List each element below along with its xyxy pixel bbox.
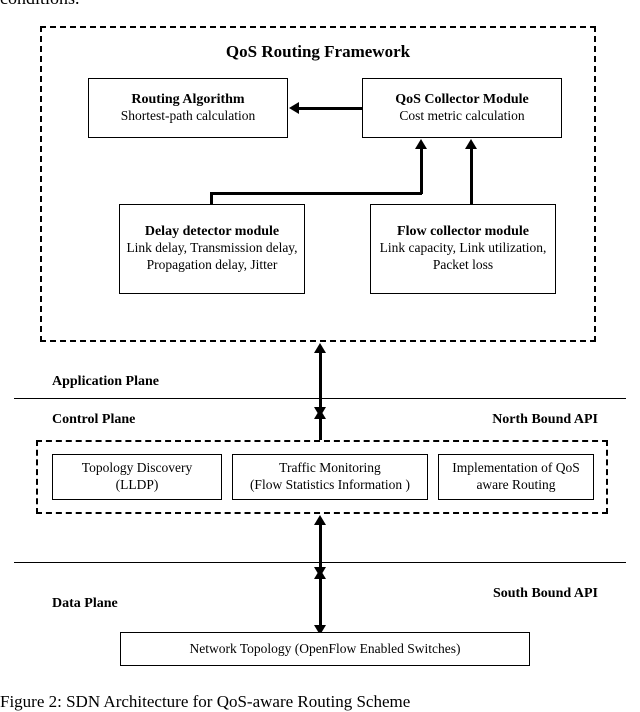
traffic-monitoring-box: Traffic Monitoring (Flow Statistics Info… (232, 454, 428, 500)
separator-app-control (14, 398, 626, 399)
application-plane-label: Application Plane (52, 374, 159, 390)
control-plane-label: Control Plane (52, 412, 135, 428)
qos-aware-routing-box: Implementation of QoS aware Routing (438, 454, 594, 500)
arrow-flow-to-qos (470, 148, 473, 204)
arrow-delay-to-qos-head (415, 139, 427, 149)
qos-framework-container: QoS Routing Framework (40, 26, 596, 342)
arrow-control-data-up (314, 515, 326, 525)
qos-collector-box: QoS Collector Module Cost metric calcula… (362, 78, 562, 138)
arrow-north-api-up (314, 409, 326, 419)
delay-detector-box: Delay detector module Link delay, Transm… (119, 204, 305, 294)
topology-discovery-box: Topology Discovery (LLDP) (52, 454, 222, 500)
arrow-app-control (319, 352, 322, 408)
topology-discovery-l2: (LLDP) (110, 477, 165, 494)
flow-collector-title: Flow collector module (397, 224, 529, 240)
arrow-south-api (319, 578, 322, 626)
separator-control-data (14, 562, 626, 563)
diagram-canvas: conditions. QoS Routing Framework Routin… (0, 0, 640, 709)
north-bound-api-label: North Bound API (492, 412, 598, 428)
qos-collector-title: QoS Collector Module (395, 92, 529, 108)
arrow-delay-to-qos-v2 (420, 148, 423, 194)
network-topology-box: Network Topology (OpenFlow Enabled Switc… (120, 632, 530, 666)
flow-collector-sub: Link capacity, Link utilization, Packet … (371, 240, 555, 274)
routing-algorithm-sub: Shortest-path calculation (115, 108, 262, 125)
qos-aware-routing-l1: Implementation of QoS (446, 460, 585, 477)
delay-detector-sub: Link delay, Transmission delay, Propagat… (120, 240, 304, 274)
arrow-app-control-up (314, 343, 326, 353)
traffic-monitoring-l2: (Flow Statistics Information ) (244, 477, 416, 494)
routing-algorithm-box: Routing Algorithm Shortest-path calculat… (88, 78, 288, 138)
cropped-prev-text: conditions. (0, 0, 80, 9)
arrow-south-api-up (314, 569, 326, 579)
data-plane-label: Data Plane (52, 596, 118, 612)
traffic-monitoring-l1: Traffic Monitoring (273, 460, 387, 477)
qos-collector-sub: Cost metric calculation (393, 108, 530, 125)
delay-detector-title: Delay detector module (145, 224, 279, 240)
framework-title: QoS Routing Framework (42, 42, 594, 62)
arrow-qos-to-routing (298, 107, 362, 110)
arrow-flow-to-qos-head (465, 139, 477, 149)
routing-algorithm-title: Routing Algorithm (131, 92, 244, 108)
qos-aware-routing-l2: aware Routing (470, 477, 561, 494)
south-bound-api-label: South Bound API (493, 586, 598, 602)
figure-caption: Figure 2: SDN Architecture for QoS-aware… (0, 692, 410, 712)
topology-discovery-l1: Topology Discovery (76, 460, 198, 477)
arrow-delay-to-qos-h (210, 192, 422, 195)
arrow-qos-to-routing-head (289, 102, 299, 114)
flow-collector-box: Flow collector module Link capacity, Lin… (370, 204, 556, 294)
network-topology-label: Network Topology (OpenFlow Enabled Switc… (183, 641, 466, 658)
